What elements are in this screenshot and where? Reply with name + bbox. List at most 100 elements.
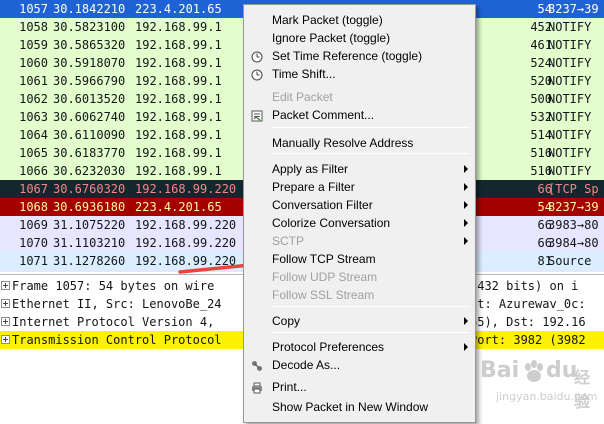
submenu-arrow-icon <box>464 343 468 351</box>
packet-number: 1066 <box>19 164 48 178</box>
packet-info: NOTIFY <box>548 110 592 124</box>
baidu-watermark: Bai du 经验 jingyan.baidu.com <box>470 352 602 422</box>
menu-item-label: Set Time Reference (toggle) <box>272 49 423 63</box>
menu-item-label: Decode As... <box>272 358 341 372</box>
packet-number: 1071 <box>19 254 48 268</box>
watermark-suffix: 经验 <box>574 368 591 411</box>
submenu-arrow-icon <box>464 237 468 245</box>
menu-item-ignore-packet-toggle[interactable]: Ignore Packet (toggle) <box>246 29 474 47</box>
packet-source: 192.168.99.1 <box>135 146 222 160</box>
menu-item-label: Mark Packet (toggle) <box>272 13 383 27</box>
menu-item-label: Manually Resolve Address <box>272 136 414 150</box>
packet-source: 192.168.99.1 <box>135 20 222 34</box>
menu-item-show-packet-in-new-window[interactable]: Show Packet in New Window <box>246 398 474 416</box>
packet-info: NOTIFY <box>548 128 592 142</box>
submenu-arrow-icon <box>464 183 468 191</box>
expand-icon[interactable] <box>1 299 10 308</box>
packet-info: NOTIFY <box>548 56 592 70</box>
menu-item-colorize-conversation[interactable]: Colorize Conversation <box>246 214 474 232</box>
packet-number: 1067 <box>19 182 48 196</box>
packet-source: 192.168.99.1 <box>135 164 222 178</box>
packet-number: 1069 <box>19 218 48 232</box>
menu-item-label: Apply as Filter <box>272 162 349 176</box>
packet-source: 192.168.99.1 <box>135 110 222 124</box>
packet-info: NOTIFY <box>548 146 592 160</box>
menu-item-label: Edit Packet <box>272 90 333 104</box>
packet-time: 30.6013520 <box>53 92 126 106</box>
comment-icon <box>251 109 263 122</box>
menu-item-copy[interactable]: Copy <box>246 312 474 330</box>
menu-item-packet-comment[interactable]: Packet Comment... <box>246 106 474 124</box>
watermark-brand: Bai <box>480 358 520 383</box>
menu-item-label: Follow SSL Stream <box>272 288 375 302</box>
packet-info: NOTIFY <box>548 20 592 34</box>
menu-separator <box>272 332 470 333</box>
menu-item-label: Time Shift... <box>272 67 336 81</box>
clock-icon <box>251 50 263 63</box>
expand-icon[interactable] <box>1 335 10 344</box>
detail-text: Internet Protocol Version 4, <box>12 315 215 329</box>
packet-number: 1059 <box>19 38 48 52</box>
paw-logo-icon <box>525 360 543 382</box>
menu-item-time-shift[interactable]: Time Shift... <box>246 65 474 83</box>
menu-item-label: Prepare a Filter <box>272 180 355 194</box>
packet-time: 30.5865320 <box>53 38 126 52</box>
expand-icon[interactable] <box>1 281 10 290</box>
menu-item-label: Ignore Packet (toggle) <box>272 31 391 45</box>
packet-number: 1070 <box>19 236 48 250</box>
menu-item-apply-as-filter[interactable]: Apply as Filter <box>246 160 474 178</box>
menu-item-follow-ssl-stream: Follow SSL Stream <box>246 286 474 304</box>
detail-text-right: (432 bits) on i <box>470 279 579 293</box>
menu-item-follow-tcp-stream[interactable]: Follow TCP Stream <box>246 250 474 268</box>
menu-item-conversation-filter[interactable]: Conversation Filter <box>246 196 474 214</box>
menu-item-manually-resolve-address[interactable]: Manually Resolve Address <box>246 134 474 152</box>
menu-separator <box>272 153 470 154</box>
packet-info: NOTIFY <box>548 92 592 106</box>
packet-info: NOTIFY <box>548 38 592 52</box>
packet-source: 223.4.201.65 <box>135 2 222 16</box>
menu-item-protocol-preferences[interactable]: Protocol Preferences <box>246 338 474 356</box>
packet-source: 192.168.99.1 <box>135 74 222 88</box>
menu-item-print[interactable]: Print... <box>246 378 474 396</box>
packet-info: 3983→80 <box>548 218 599 232</box>
menu-item-label: Packet Comment... <box>272 108 375 122</box>
print-icon <box>251 381 263 394</box>
packet-number: 1062 <box>19 92 48 106</box>
packet-info: [TCP Sp <box>548 182 599 196</box>
packet-source: 223.4.201.65 <box>135 200 222 214</box>
packet-info: Source <box>548 254 592 268</box>
menu-separator <box>272 127 470 128</box>
packet-source: 192.168.99.220 <box>135 218 237 232</box>
packet-number: 1060 <box>19 56 48 70</box>
menu-item-mark-packet-toggle[interactable]: Mark Packet (toggle) <box>246 11 474 29</box>
clock-icon <box>251 68 263 81</box>
packet-number: 1058 <box>19 20 48 34</box>
packet-number: 1064 <box>19 128 48 142</box>
packet-info: 8237→39 <box>548 2 599 16</box>
detail-text-right: Port: 3982 (3982 <box>470 333 586 347</box>
expand-icon[interactable] <box>1 317 10 326</box>
context-menu[interactable]: Mark Packet (toggle) Ignore Packet (toggl… <box>243 4 476 423</box>
submenu-arrow-icon <box>464 317 468 325</box>
menu-separator <box>272 306 470 307</box>
packet-time: 30.6183770 <box>53 146 126 160</box>
packet-number: 1057 <box>19 2 48 16</box>
packet-time: 30.5966790 <box>53 74 126 88</box>
packet-source: 192.168.99.1 <box>135 128 222 142</box>
watermark-brand-2: du <box>546 358 578 383</box>
packet-time: 31.1075220 <box>53 218 126 232</box>
watermark-url: jingyan.baidu.com <box>496 390 598 403</box>
menu-item-decode-as[interactable]: Decode As... <box>246 356 474 374</box>
submenu-arrow-icon <box>464 219 468 227</box>
packet-number: 1072 <box>0 270 48 272</box>
packet-time: 30.1842210 <box>53 2 126 16</box>
menu-item-label: Follow TCP Stream <box>272 252 376 266</box>
packet-number: 1063 <box>19 110 48 124</box>
menu-item-label: Print... <box>272 380 307 394</box>
packet-time: 30.6936180 <box>53 200 126 214</box>
detail-text: Transmission Control Protocol <box>12 333 222 347</box>
menu-item-set-time-reference-toggle[interactable]: Set Time Reference (toggle) <box>246 47 474 65</box>
menu-item-prepare-a-filter[interactable]: Prepare a Filter <box>246 178 474 196</box>
packet-time: 31.1410970 <box>53 270 125 272</box>
menu-item-follow-udp-stream: Follow UDP Stream <box>246 268 474 286</box>
